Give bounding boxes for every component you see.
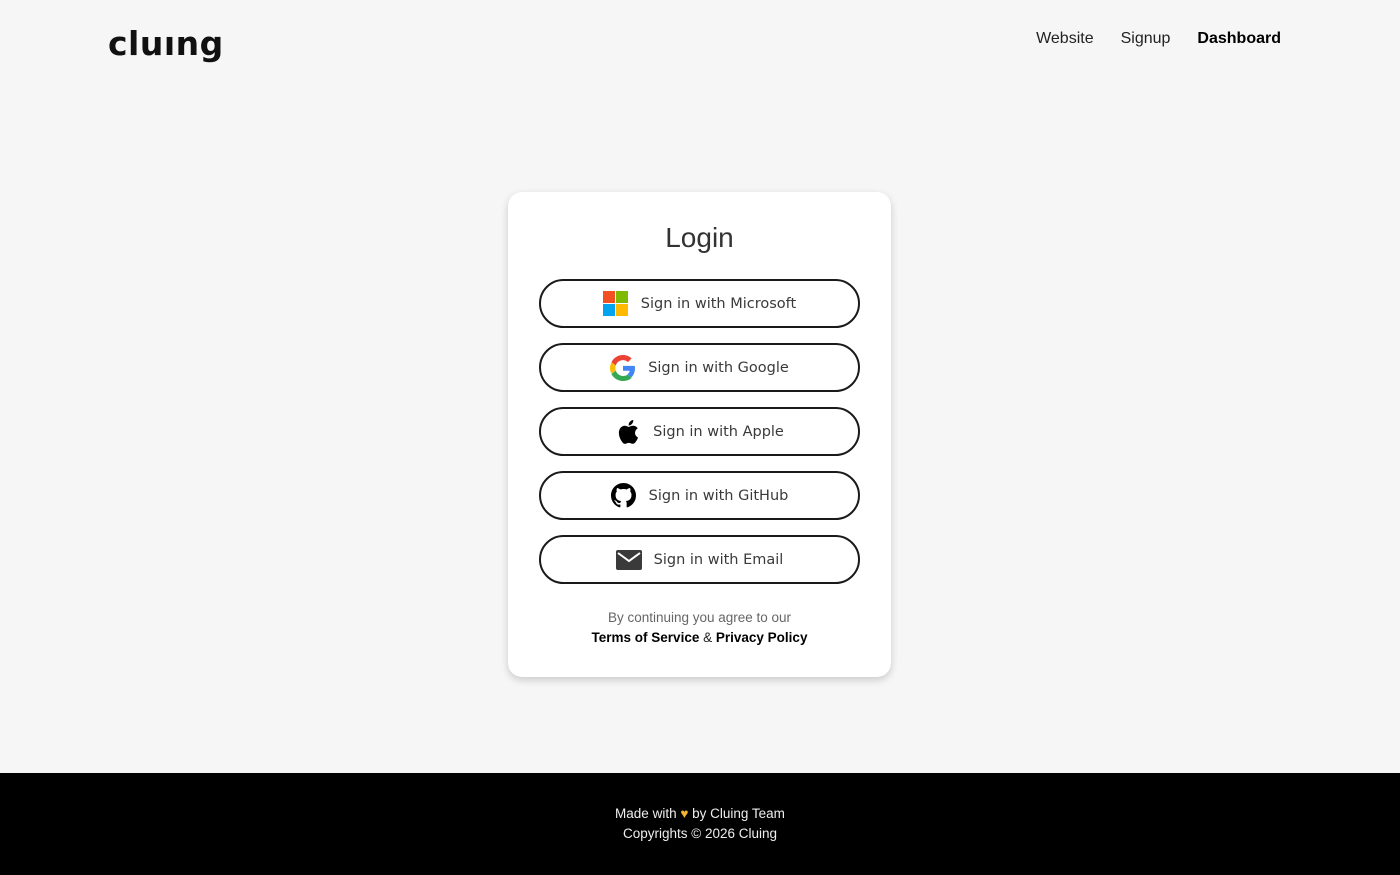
sign-in-email-label: Sign in with Email xyxy=(653,551,784,568)
login-page: cluıng Website Signup Dashboard Login Si… xyxy=(0,0,1400,875)
sign-in-github-button[interactable]: Sign in with GitHub xyxy=(539,471,860,520)
apple-icon xyxy=(615,419,641,445)
heart-icon: ♥ xyxy=(680,806,689,821)
footer-copyright: Copyrights © 2026 Cluing xyxy=(622,826,778,841)
terms-of-service-link[interactable]: Terms of Service xyxy=(592,630,700,645)
github-icon xyxy=(611,483,637,509)
by-team-text: by Cluing Team xyxy=(692,806,785,821)
footer: Made with ♥ by Cluing Team Copyrights © … xyxy=(0,773,1400,875)
header: cluıng Website Signup Dashboard xyxy=(0,0,1400,90)
nav-dashboard-link[interactable]: Dashboard xyxy=(1197,30,1281,48)
sign-in-apple-label: Sign in with Apple xyxy=(653,423,784,440)
sign-in-email-button[interactable]: Sign in with Email xyxy=(539,535,860,584)
footer-made-with: Made with ♥ by Cluing Team xyxy=(0,806,1400,821)
legal-links: Terms of Service & Privacy Policy xyxy=(508,630,891,645)
nav-website-link[interactable]: Website xyxy=(1036,30,1094,48)
logo[interactable]: cluıng xyxy=(108,24,224,63)
sign-in-apple-button[interactable]: Sign in with Apple xyxy=(539,407,860,456)
nav-signup-link[interactable]: Signup xyxy=(1121,30,1171,48)
login-card: Login Sign in with Microsoft Sign in wit… xyxy=(508,192,891,677)
sign-in-microsoft-label: Sign in with Microsoft xyxy=(640,295,797,312)
sign-in-google-label: Sign in with Google xyxy=(648,359,789,376)
top-nav: Website Signup Dashboard xyxy=(1036,30,1281,48)
sign-in-google-button[interactable]: Sign in with Google xyxy=(539,343,860,392)
google-icon xyxy=(610,354,636,381)
microsoft-icon xyxy=(603,291,629,317)
agree-text: By continuing you agree to our xyxy=(607,610,792,625)
sign-in-github-label: Sign in with GitHub xyxy=(648,487,789,504)
email-icon xyxy=(615,547,642,573)
privacy-policy-link[interactable]: Privacy Policy xyxy=(716,630,808,645)
sign-in-microsoft-button[interactable]: Sign in with Microsoft xyxy=(539,279,860,328)
login-title: Login xyxy=(665,222,734,253)
ampersand: & xyxy=(703,630,713,645)
made-with-text: Made with xyxy=(615,806,677,821)
